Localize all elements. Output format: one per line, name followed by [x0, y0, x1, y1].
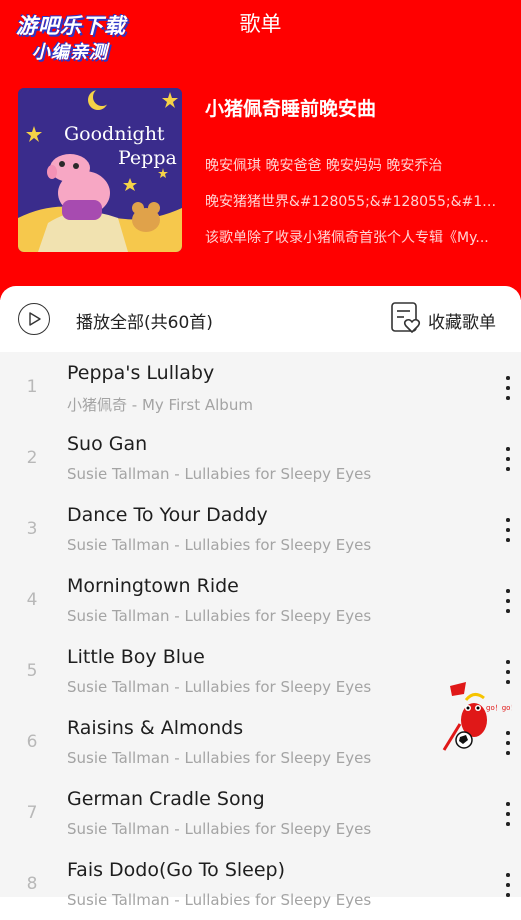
action-bar: 播放全部(共60首) 收藏歌单 [0, 286, 521, 352]
song-artist-album: Susie Tallman - Lullabies for Sleepy Eye… [67, 749, 372, 767]
playlist-description-line-1[interactable]: 晚安猪猪世界&#128055;&#128055;&#128055; [205, 191, 505, 211]
song-index: 2 [26, 448, 38, 468]
song-index: 5 [26, 661, 38, 681]
song-row[interactable]: 4 Morningtown Ride Susie Tallman - Lulla… [0, 565, 521, 636]
more-vertical-icon[interactable] [496, 372, 518, 404]
favorite-playlist-label: 收藏歌单 [428, 313, 496, 333]
song-index: 1 [26, 377, 38, 397]
mascot-text: go！go！ [486, 704, 512, 712]
song-title: Fais Dodo(Go To Sleep) [67, 859, 286, 881]
more-vertical-icon[interactable] [496, 798, 518, 830]
song-artist-album: Susie Tallman - Lullabies for Sleepy Eye… [67, 536, 372, 554]
song-index: 8 [26, 874, 38, 894]
cover-art: Goodnight Peppa [18, 88, 182, 252]
song-row[interactable]: 3 Dance To Your Daddy Susie Tallman - Lu… [0, 494, 521, 565]
cover-title-2: Peppa [118, 147, 177, 169]
song-row[interactable]: 7 German Cradle Song Susie Tallman - Lul… [0, 778, 521, 849]
playlist-name: 小猪佩奇睡前晚安曲 [205, 98, 377, 120]
more-vertical-icon[interactable] [496, 514, 518, 546]
song-title: Raisins & Almonds [67, 717, 244, 739]
song-row[interactable]: 2 Suo Gan Susie Tallman - Lullabies for … [0, 423, 521, 494]
song-artist-album: Susie Tallman - Lullabies for Sleepy Eye… [67, 607, 372, 625]
play-all-button[interactable]: 播放全部(共60首) [76, 308, 213, 333]
song-artist-album: Susie Tallman - Lullabies for Sleepy Eye… [67, 820, 372, 838]
song-title: Peppa's Lullaby [67, 362, 215, 384]
song-index: 3 [26, 519, 38, 539]
cover-title-1: Goodnight [64, 123, 165, 145]
watermark-line-2: 小编亲测 [32, 42, 108, 63]
song-artist-album: Susie Tallman - Lullabies for Sleepy Eye… [67, 891, 372, 909]
favorite-playlist-button[interactable]: 收藏歌单 [390, 300, 510, 336]
playlist-tags[interactable]: 晚安佩琪 晚安爸爸 晚安妈妈 晚安乔治 [205, 155, 442, 175]
song-row[interactable]: 1 Peppa's Lullaby 小猪佩奇 - My First Album [0, 352, 521, 423]
page-title: 歌单 [239, 12, 282, 36]
song-index: 6 [26, 732, 38, 752]
song-title: Dance To Your Daddy [67, 504, 268, 526]
song-title: Morningtown Ride [67, 575, 239, 597]
song-artist-album: Susie Tallman - Lullabies for Sleepy Eye… [67, 678, 372, 696]
favorite-playlist-icon [391, 302, 421, 333]
playlist-header: 游吧乐下载 小编亲测 歌单 Goodnight Peppa 小猪佩奇睡前晚安曲 … [0, 0, 521, 300]
more-vertical-icon[interactable] [496, 443, 518, 475]
mascot-sticker[interactable]: go！go！ [440, 680, 517, 752]
playlist-description-line-2[interactable]: 该歌单除了收录小猪佩奇首张个人专辑《My... [205, 227, 505, 247]
song-list: 1 Peppa's Lullaby 小猪佩奇 - My First Album … [0, 352, 521, 909]
song-index: 4 [26, 590, 38, 610]
song-title: German Cradle Song [67, 788, 265, 810]
song-index: 7 [26, 803, 38, 823]
song-artist-album: 小猪佩奇 - My First Album [67, 396, 253, 414]
song-title: Suo Gan [67, 433, 148, 455]
playlist-cover[interactable]: Goodnight Peppa [18, 88, 182, 252]
song-row[interactable]: 8 Fais Dodo(Go To Sleep) Susie Tallman -… [0, 849, 521, 920]
more-vertical-icon[interactable] [496, 869, 518, 901]
play-circle-icon[interactable] [18, 303, 50, 335]
more-vertical-icon[interactable] [496, 585, 518, 617]
song-artist-album: Susie Tallman - Lullabies for Sleepy Eye… [67, 465, 372, 483]
song-title: Little Boy Blue [67, 646, 205, 668]
